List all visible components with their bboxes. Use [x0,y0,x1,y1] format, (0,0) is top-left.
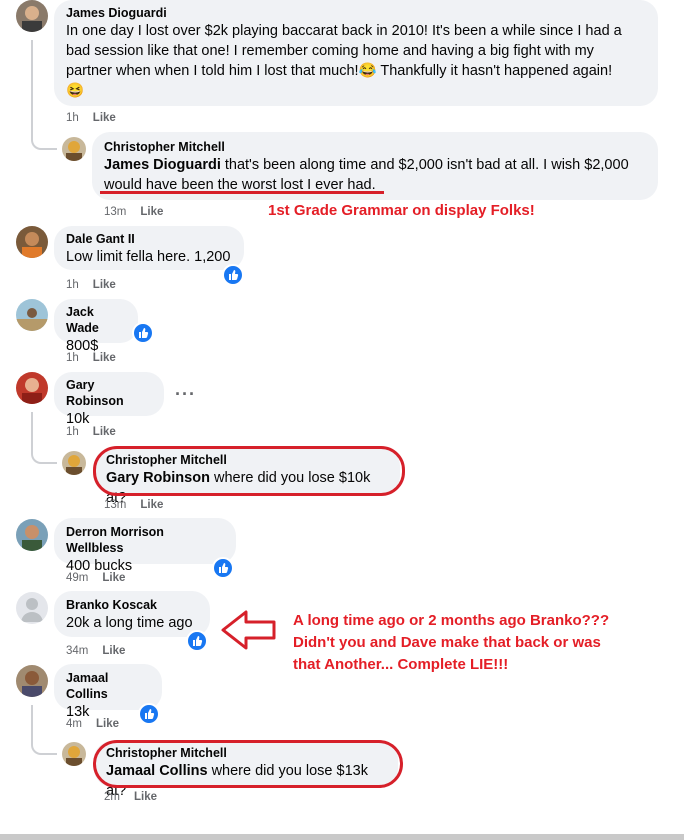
comment-meta: 1h Like [66,426,116,438]
avatar[interactable] [16,592,48,624]
like-button[interactable]: Like [93,352,116,364]
comment-author[interactable]: Gary Robinson [66,377,152,409]
comment-author[interactable]: Jamaal Collins [66,670,150,702]
timestamp[interactable]: 34m [66,645,88,657]
avatar[interactable] [16,519,48,551]
comment-meta: 1h Like [66,112,116,124]
comment-meta: 34m Like [66,645,125,657]
comment-bubble: Derron Morrison Wellbless 400 bucks [54,518,236,574]
reply-thread-line [31,705,57,755]
comment-text: 20k a long time ago [66,615,193,631]
timestamp[interactable]: 2m [104,791,120,803]
timestamp[interactable]: 1h [66,426,79,438]
comment-bubble: James Dioguardi In one day I lost over $… [54,0,658,106]
comment-author[interactable]: James Dioguardi [66,5,646,21]
avatar[interactable] [16,226,48,258]
timestamp[interactable]: 13m [104,499,126,511]
comment-author[interactable]: Jack Wade [66,304,126,336]
like-button[interactable]: Like [93,112,116,124]
comment-bubble: Gary Robinson 10k [54,372,164,427]
more-options-icon[interactable]: ··· [175,384,196,405]
comment-meta: 2m Like [104,791,157,803]
comment-author[interactable]: Derron Morrison Wellbless [66,524,224,556]
comment-meta: 4m Like [66,718,119,730]
reply-thread-line [31,412,57,464]
comment-bubble: Branko Koscak 20k a long time ago [54,591,210,637]
grammar-annotation: 1st Grade Grammar on display Folks! [268,202,535,219]
bottom-edge [0,834,684,840]
avatar[interactable] [62,742,86,766]
highlight-ring [93,740,403,788]
timestamp[interactable]: 1h [66,112,79,124]
like-reaction-icon[interactable] [132,322,154,344]
comment-text-line: partner when when I told him I lost that… [66,63,613,79]
like-button[interactable]: Like [102,572,125,584]
comment-meta: 13m Like [104,499,163,511]
like-button[interactable]: Like [134,791,157,803]
comment-meta: 1h Like [66,352,116,364]
annotation-line: A long time ago or 2 months ago Branko??… [293,612,610,629]
like-button[interactable]: Like [140,499,163,511]
reply-thread-line [31,40,57,150]
avatar[interactable] [62,137,86,161]
comment-text-line: James Dioguardi that's been along time a… [104,157,629,173]
comment-author[interactable]: Dale Gant II [66,231,232,247]
comment-text-line: In one day I lost over $2k playing bacca… [66,23,622,39]
highlight-ring [93,446,405,496]
reply-bubble: Christopher Mitchell James Dioguardi tha… [92,132,658,200]
like-reaction-icon[interactable] [212,557,234,579]
comment-bubble: Dale Gant II Low limit fella here. 1,200 [54,226,244,270]
comment-author[interactable]: Branko Koscak [66,597,198,613]
like-reaction-icon[interactable] [222,264,244,286]
comment-text: Low limit fella here. 1,200 [66,249,231,265]
like-reaction-icon[interactable] [138,703,160,725]
annotation-line: Didn't you and Dave make that back or wa… [293,634,601,651]
like-button[interactable]: Like [93,279,116,291]
avatar[interactable] [16,372,48,404]
comment-meta: 49m Like [66,572,125,584]
comment-text-line: 😆 [66,83,85,99]
comment-bubble: Jack Wade 800$ [54,299,138,354]
timestamp[interactable]: 13m [104,206,126,218]
like-button[interactable]: Like [102,645,125,657]
branko-annotation: A long time ago or 2 months ago Branko??… [293,610,609,676]
comment-author[interactable]: Christopher Mitchell [104,139,646,155]
avatar[interactable] [62,451,86,475]
avatar[interactable] [16,0,48,32]
timestamp[interactable]: 49m [66,572,88,584]
timestamp[interactable]: 1h [66,352,79,364]
comment-meta: 13m Like [104,206,163,218]
like-reaction-icon[interactable] [186,630,208,652]
underline-annotation [100,191,384,194]
timestamp[interactable]: 4m [66,718,82,730]
like-button[interactable]: Like [93,426,116,438]
timestamp[interactable]: 1h [66,279,79,291]
mention-link[interactable]: James Dioguardi [104,157,221,173]
avatar[interactable] [16,665,48,697]
comment-text-line: bad session like that one! I remember co… [66,43,594,59]
like-button[interactable]: Like [140,206,163,218]
left-arrow-annotation [221,610,276,650]
like-button[interactable]: Like [96,718,119,730]
avatar[interactable] [16,299,48,331]
annotation-line: that Another... Complete LIE!!! [293,656,509,673]
comment-meta: 1h Like [66,279,116,291]
